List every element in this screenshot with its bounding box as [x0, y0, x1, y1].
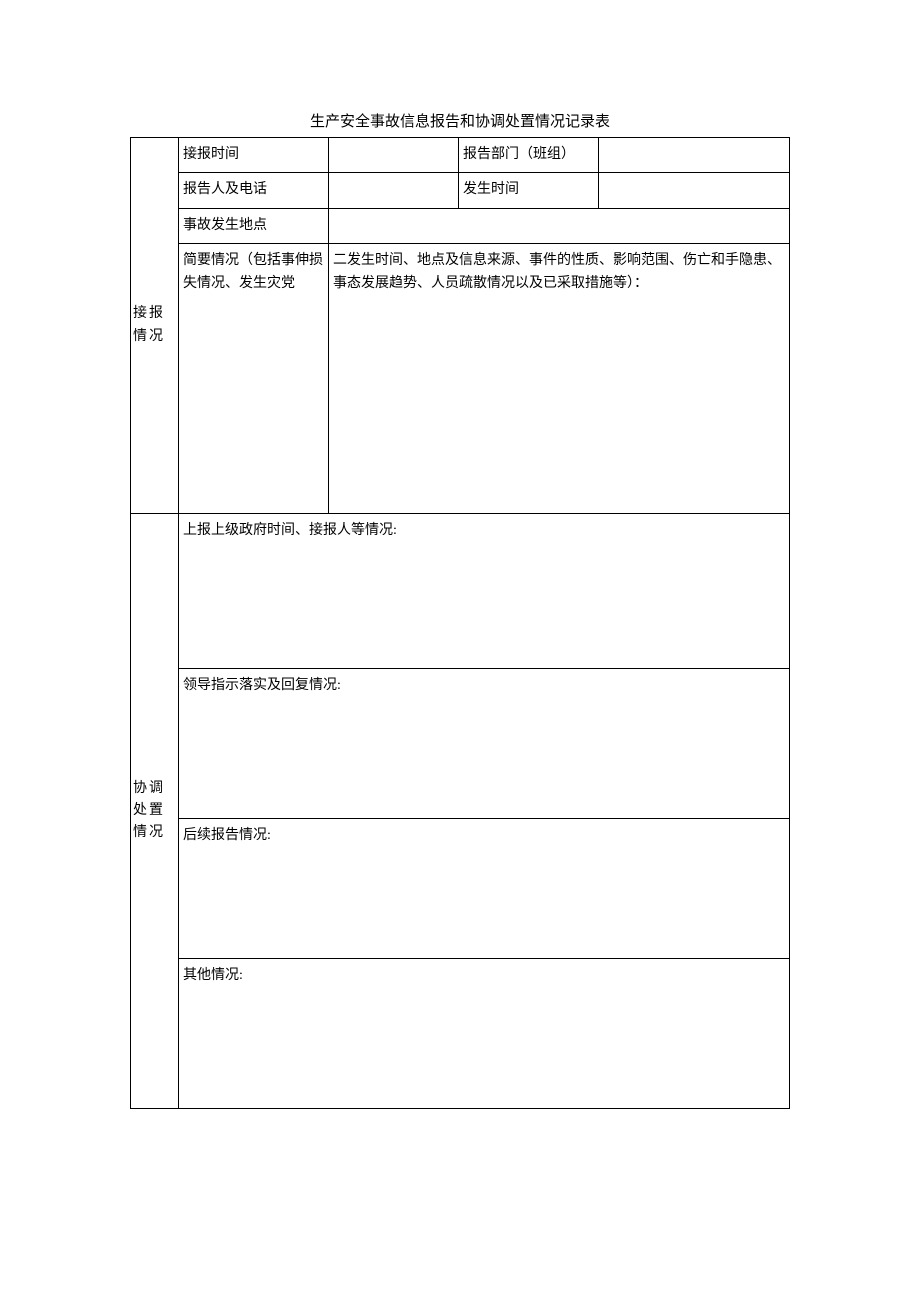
cell-occur-time-value — [599, 173, 790, 208]
table-row: 后续报告情况: — [131, 819, 790, 959]
cell-report-dept-value — [599, 138, 790, 173]
table-row: 简要情况（包括事伸损失情况、发生灾党 二发生时间、地点及信息来源、事件的性质、影… — [131, 244, 790, 514]
cell-leader-feedback: 领导指示落实及回复情况: — [179, 669, 790, 819]
record-table: 接报情况 接报时间 报告部门（班组） 报告人及电话 发生时间 事故发生地点 简要… — [130, 137, 790, 1109]
section-label-coord: 协调处置情况 — [131, 514, 179, 1109]
cell-received-time-value — [329, 138, 459, 173]
cell-reporter-phone-value — [329, 173, 459, 208]
page-title: 生产安全事故信息报告和协调处置情况记录表 — [130, 110, 790, 131]
cell-report-up: 上报上级政府时间、接报人等情况: — [179, 514, 790, 669]
cell-received-time-label: 接报时间 — [179, 138, 329, 173]
table-row: 其他情况: — [131, 959, 790, 1109]
cell-followup: 后续报告情况: — [179, 819, 790, 959]
section-label-received: 接报情况 — [131, 138, 179, 514]
cell-brief-label: 简要情况（包括事伸损失情况、发生灾党 — [179, 244, 329, 514]
table-row: 领导指示落实及回复情况: — [131, 669, 790, 819]
cell-location-label: 事故发生地点 — [179, 208, 329, 243]
cell-brief-value: 二发生时间、地点及信息来源、事件的性质、影响范围、伤亡和手隐患、事态发展趋势、人… — [329, 244, 790, 514]
table-row: 协调处置情况 上报上级政府时间、接报人等情况: — [131, 514, 790, 669]
cell-report-dept-label: 报告部门（班组） — [459, 138, 599, 173]
cell-location-value — [329, 208, 790, 243]
table-row: 事故发生地点 — [131, 208, 790, 243]
table-row: 接报情况 接报时间 报告部门（班组） — [131, 138, 790, 173]
cell-reporter-phone-label: 报告人及电话 — [179, 173, 329, 208]
cell-occur-time-label: 发生时间 — [459, 173, 599, 208]
cell-other: 其他情况: — [179, 959, 790, 1109]
table-row: 报告人及电话 发生时间 — [131, 173, 790, 208]
